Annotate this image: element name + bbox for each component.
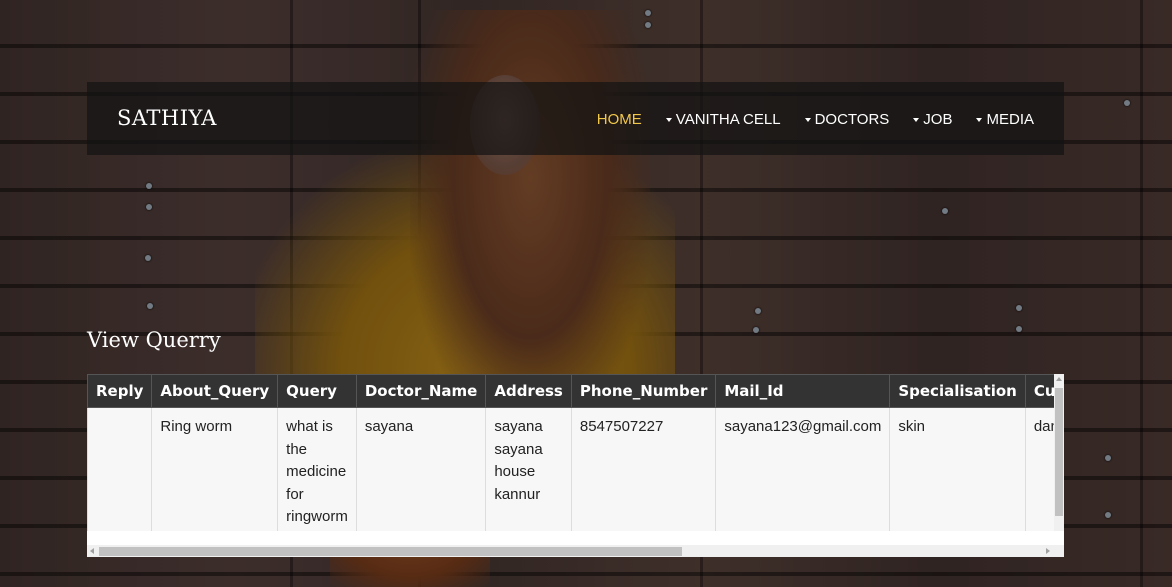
scroll-left-arrow-icon[interactable] — [90, 548, 94, 554]
cell-specialisation: skin — [889, 407, 1026, 531]
cell-mail-id: sayana123@gmail.com — [715, 407, 891, 531]
header-doctor-name: Doctor_Name — [355, 374, 487, 408]
scroll-right-arrow-icon[interactable] — [1046, 548, 1050, 554]
header-phone-number: Phone_Number — [570, 374, 717, 408]
navbar: SATHIYA HOME VANITHA CELL DOCTORS JOB ME… — [87, 82, 1064, 155]
caret-down-icon — [976, 117, 983, 122]
page-title: View Querry — [87, 328, 221, 352]
horizontal-scrollbar[interactable] — [87, 545, 1064, 557]
nav-menu: HOME VANITHA CELL DOCTORS JOB MEDIA — [573, 111, 1034, 128]
cell-phone-number: 8547507227 — [570, 407, 717, 531]
brand-logo[interactable]: SATHIYA — [117, 106, 217, 130]
header-address: Address — [485, 374, 572, 408]
scroll-up-arrow-icon[interactable] — [1056, 377, 1062, 381]
nav-job-label: JOB — [923, 111, 953, 128]
header-specialisation: Specialisation — [889, 374, 1026, 408]
query-table: Reply About_Query Query Doctor_Name Addr… — [87, 374, 1054, 531]
nav-home-label: HOME — [596, 111, 642, 128]
nav-doctors-label: DOCTORS — [814, 111, 890, 128]
caret-down-icon — [804, 117, 811, 122]
nav-doctors[interactable]: DOCTORS — [804, 111, 890, 128]
nav-job[interactable]: JOB — [913, 111, 952, 128]
nav-vanitha-cell-label: VANITHA CELL — [675, 111, 781, 128]
header-mail-id: Mail_Id — [715, 374, 891, 408]
table-row: Ring worm what is the medicine for ringw… — [87, 407, 1054, 531]
cell-address: sayana sayana house kannur — [485, 407, 572, 531]
cell-query: what is the medicine for ringworm — [277, 407, 357, 531]
header-current: Curre — [1024, 374, 1054, 408]
table-header-row: Reply About_Query Query Doctor_Name Addr… — [87, 374, 1054, 408]
cell-about-query: Ring worm — [151, 407, 279, 531]
cell-reply[interactable] — [87, 407, 153, 531]
vertical-scroll-thumb[interactable] — [1055, 388, 1063, 516]
header-query: Query — [277, 374, 357, 408]
header-reply: Reply — [87, 374, 153, 408]
query-table-container[interactable]: Reply About_Query Query Doctor_Name Addr… — [87, 374, 1064, 557]
vertical-scrollbar[interactable] — [1054, 374, 1064, 531]
caret-down-icon — [665, 117, 672, 122]
cell-doctor-name: sayana — [355, 407, 487, 531]
nav-home[interactable]: HOME — [597, 111, 642, 128]
header-about-query: About_Query — [151, 374, 279, 408]
query-table-viewport: Reply About_Query Query Doctor_Name Addr… — [87, 374, 1054, 531]
caret-down-icon — [913, 117, 920, 122]
nav-vanitha-cell[interactable]: VANITHA CELL — [665, 111, 781, 128]
nav-media[interactable]: MEDIA — [976, 111, 1034, 128]
cell-current: danala — [1024, 407, 1054, 531]
nav-media-label: MEDIA — [986, 111, 1034, 128]
horizontal-scroll-thumb[interactable] — [99, 547, 682, 556]
